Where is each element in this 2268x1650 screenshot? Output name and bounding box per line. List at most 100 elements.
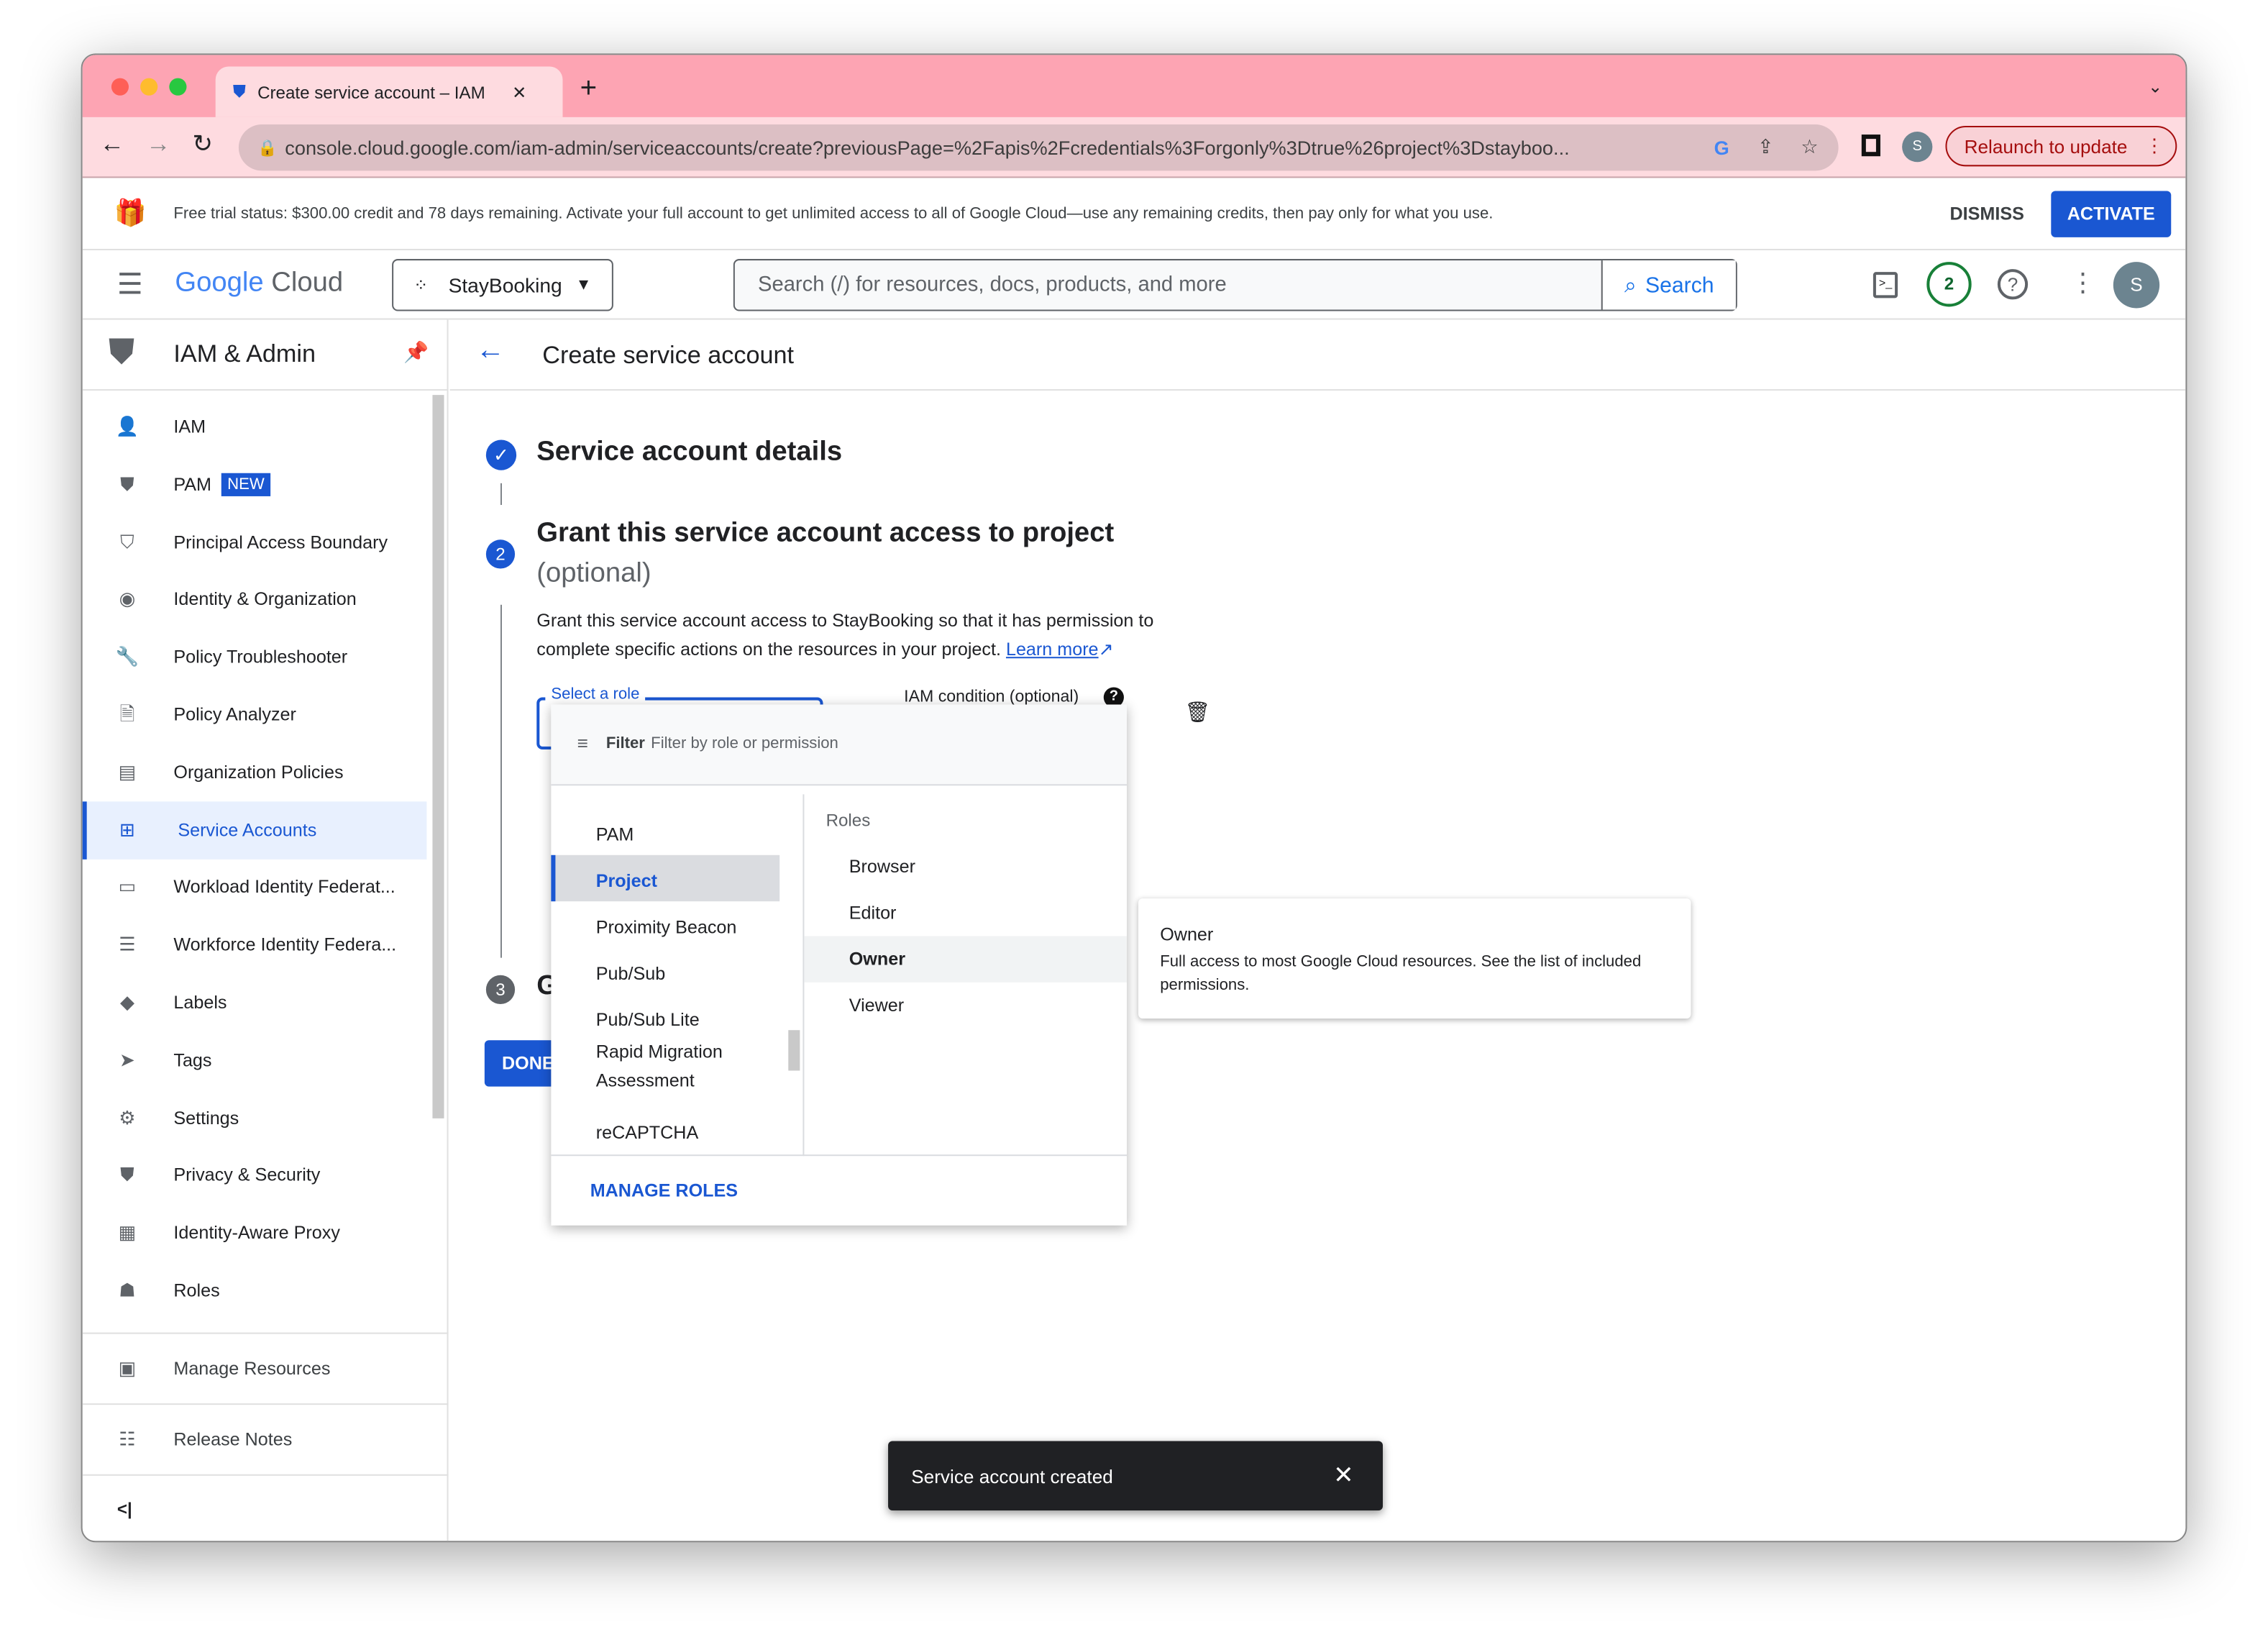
minimize-window-button[interactable] — [140, 78, 158, 96]
service-list-scrollbar[interactable] — [788, 1030, 800, 1071]
external-link-icon: ↗ — [1098, 639, 1114, 660]
sidebar-item-pam[interactable]: ⛊ PAM NEW — [83, 455, 427, 513]
activate-button[interactable]: ACTIVATE — [2051, 191, 2172, 237]
search-button[interactable]: ⌕ Search — [1601, 260, 1736, 310]
service-item[interactable]: Rapid Migration Assessment — [551, 1037, 779, 1090]
new-tab-button[interactable]: + — [580, 73, 598, 106]
sidebar-item-principal-access-boundary[interactable]: ⛉ Principal Access Boundary — [83, 513, 427, 570]
roles-header: Roles — [826, 810, 871, 831]
star-icon[interactable]: ☆ — [1801, 136, 1818, 159]
sidebar-item-tags[interactable]: ➤ Tags — [83, 1031, 427, 1089]
shield-icon: ⛊ — [120, 1164, 134, 1186]
manage-roles-button[interactable]: MANAGE ROLES — [590, 1180, 738, 1200]
more-vert-icon[interactable]: ⋮ — [2070, 268, 2095, 298]
role-picker-menu: ≡ Filter Filter by role or permission PA… — [551, 704, 1127, 1226]
sidebar-item-policy-troubleshooter[interactable]: 🔧 Policy Troubleshooter — [83, 628, 427, 685]
delete-icon[interactable]: 🗑 — [1184, 701, 1210, 725]
learn-more-link[interactable]: Learn more — [1006, 639, 1099, 660]
more-vert-icon[interactable]: ⋮ — [2145, 135, 2164, 158]
sidebar-item-organization-policies[interactable]: ▤ Organization Policies — [83, 744, 427, 801]
close-snackbar-button[interactable]: ✕ — [1333, 1462, 1354, 1490]
account-avatar[interactable]: S — [2113, 262, 2160, 309]
role-option[interactable]: Viewer — [804, 983, 1127, 1029]
shield-icon: ⛊ — [120, 473, 134, 495]
step3-number: 3 — [485, 975, 516, 1004]
address-bar[interactable]: 🔒 console.cloud.google.com/iam-admin/ser… — [238, 124, 1839, 171]
sidebar-item-release-notes[interactable]: ☷ Release Notes — [83, 1410, 427, 1468]
reload-icon[interactable]: ↻ — [193, 130, 214, 159]
sidebar-scrollbar[interactable] — [432, 395, 444, 1118]
browser-toolbar: ← → ↻ 🔒 console.cloud.google.com/iam-adm… — [82, 117, 2186, 178]
role-option[interactable]: Editor — [804, 890, 1127, 936]
project-picker[interactable]: ⁘ StayBooking ▼ — [392, 259, 613, 311]
chevron-down-icon[interactable]: ⌄ — [2148, 77, 2162, 97]
sidepanel-icon[interactable] — [1861, 135, 1880, 157]
service-account-icon: ⊞ — [119, 818, 135, 840]
sidebar-item-manage-resources[interactable]: ▣ Manage Resources — [83, 1340, 427, 1398]
sidebar-item-identity-organization[interactable]: ◉ Identity & Organization — [83, 570, 427, 628]
browser-window: ⛊ Create service account – IAM ✕ + ⌄ ← →… — [81, 53, 2187, 1543]
google-cloud-logo[interactable]: Google Cloud — [175, 268, 343, 299]
service-item[interactable]: Pub/Sub Lite — [551, 994, 779, 1040]
lock-icon: 🔒 — [257, 140, 278, 158]
label-icon: ◆ — [119, 990, 135, 1013]
new-badge: NEW — [221, 473, 270, 496]
back-arrow-icon[interactable]: ← — [476, 334, 505, 368]
role-option[interactable]: Owner — [804, 936, 1127, 983]
sidebar-item-identity-aware-proxy[interactable]: ▦ Identity-Aware Proxy — [83, 1204, 427, 1262]
profile-avatar[interactable]: S — [1902, 132, 1933, 163]
gear-icon: ⚙ — [119, 1106, 136, 1129]
sidebar-item-workforce-identity-federa[interactable]: ☰ Workforce Identity Federa... — [83, 916, 427, 974]
back-icon[interactable]: ← — [100, 130, 124, 159]
free-trial-banner: 🎁 Free trial status: $300.00 credit and … — [82, 178, 2186, 250]
shield-lock-icon: ⛉ — [120, 530, 134, 552]
service-item[interactable]: Proximity Beacon — [551, 901, 779, 947]
select-role-label: Select a role — [545, 685, 646, 703]
roles-icon: ☗ — [119, 1279, 136, 1301]
share-icon[interactable]: ⇪ — [1757, 136, 1774, 159]
sidebar-item-labels[interactable]: ◆ Labels — [83, 974, 427, 1031]
forward-icon[interactable]: → — [146, 130, 170, 159]
notifications-badge[interactable]: 2 — [1926, 262, 1972, 307]
sidebar: ⛊ IAM & Admin 📌 👤 IAM ⛊ PAM NEW ⛉ Principal Ac… — [82, 319, 449, 1541]
pin-icon[interactable]: 📌 — [403, 340, 429, 365]
service-item[interactable]: PAM — [551, 808, 779, 854]
sidebar-item-workload-identity-federat[interactable]: ▭ Workload Identity Federat... — [83, 859, 427, 916]
step1-title[interactable]: Service account details — [536, 437, 842, 468]
collapse-sidebar-button[interactable]: <| — [117, 1499, 132, 1519]
sidebar-item-roles[interactable]: ☗ Roles — [83, 1262, 427, 1319]
relaunch-button[interactable]: Relaunch to update ⋮ — [1945, 126, 2177, 167]
role-option[interactable]: Browser — [804, 844, 1127, 890]
document-search-icon: 🗎 — [119, 703, 135, 725]
close-window-button[interactable] — [111, 78, 129, 96]
list-icon: ☰ — [119, 933, 136, 955]
account-circle-icon: ◉ — [119, 588, 136, 610]
step2-optional: (optional) — [536, 558, 651, 589]
close-tab-icon[interactable]: ✕ — [512, 82, 526, 102]
iam-shield-icon: ⛊ — [108, 332, 135, 372]
dropdown-arrow-icon: ▼ — [575, 276, 592, 294]
service-item[interactable]: Project — [551, 854, 780, 902]
service-item[interactable]: reCAPTCHA — [551, 1107, 779, 1153]
sidebar-item-settings[interactable]: ⚙ Settings — [83, 1089, 427, 1147]
sidebar-item-service-accounts[interactable]: ⊞ Service Accounts — [82, 801, 427, 860]
sidebar-item-privacy-security[interactable]: ⛊ Privacy & Security — [83, 1147, 427, 1204]
hamburger-menu-icon[interactable]: ☰ — [117, 266, 143, 302]
step2-title: Grant this service account access to pro… — [536, 518, 1115, 549]
banner-text: Free trial status: $300.00 credit and 78… — [173, 205, 1494, 223]
role-filter-input[interactable]: ≡ Filter Filter by role or permission — [551, 704, 1127, 786]
cloud-shell-icon[interactable]: >_ — [1873, 272, 1898, 298]
service-item[interactable]: Pub/Sub — [551, 948, 779, 994]
browser-tab[interactable]: ⛊ Create service account – IAM ✕ — [215, 66, 563, 117]
step2-description: Grant this service account access to Sta… — [536, 610, 1154, 660]
google-icon[interactable]: G — [1714, 137, 1729, 158]
page-title: Create service account — [542, 341, 795, 369]
id-card-icon: ▭ — [118, 875, 137, 898]
help-icon[interactable]: ? — [1997, 269, 2029, 300]
tab-bar: ⛊ Create service account – IAM ✕ + ⌄ — [82, 55, 2186, 117]
search-input[interactable]: Search (/) for resources, docs, products… — [733, 259, 1737, 311]
dismiss-button[interactable]: DISMISS — [1950, 204, 2024, 224]
sidebar-item-policy-analyzer[interactable]: 🗎 Policy Analyzer — [83, 685, 427, 743]
sidebar-item-iam[interactable]: 👤 IAM — [83, 398, 427, 455]
maximize-window-button[interactable] — [169, 78, 187, 96]
